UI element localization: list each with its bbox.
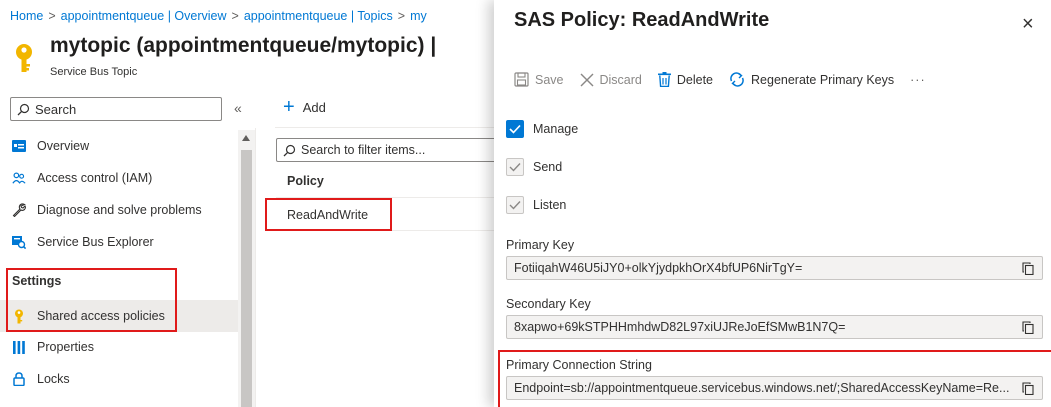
breadcrumb-separator: > xyxy=(231,9,239,23)
copy-icon[interactable] xyxy=(1022,321,1034,334)
trash-icon xyxy=(657,72,671,87)
checkmark-icon xyxy=(509,124,521,134)
plus-icon: + xyxy=(283,96,295,118)
add-button[interactable]: + Add xyxy=(283,96,326,118)
manage-label: Manage xyxy=(533,122,579,136)
sidebar-item-overview[interactable]: Overview xyxy=(0,130,238,162)
more-icon: ··· xyxy=(910,72,926,87)
highlight-box xyxy=(498,350,1051,407)
checkmark-icon xyxy=(509,163,521,172)
filter-placeholder: Search to filter items... xyxy=(301,143,426,157)
wrench-icon xyxy=(12,203,26,217)
copy-icon[interactable] xyxy=(1022,262,1034,275)
breadcrumb-separator: > xyxy=(397,9,406,23)
breadcrumb-separator: > xyxy=(48,9,56,23)
highlight-box xyxy=(265,198,392,231)
delete-button[interactable]: Delete xyxy=(657,72,714,87)
page-title: mytopic (appointmentqueue/mytopic) | xyxy=(50,34,437,57)
sidebar-search-input[interactable]: Search xyxy=(10,97,222,121)
primary-key-field[interactable]: FotiiqahW46U5iJY0+olkYjydpkhOrX4bfUP6Nir… xyxy=(506,256,1043,280)
page-subtitle: Service Bus Topic xyxy=(50,66,138,78)
highlight-box xyxy=(6,268,177,332)
divider xyxy=(255,128,256,407)
save-icon xyxy=(514,72,529,87)
breadcrumb-topics[interactable]: appointmentqueue | Topics xyxy=(244,9,393,23)
breadcrumb: Home > appointmentqueue | Overview > appoint… xyxy=(10,9,427,23)
explorer-icon xyxy=(12,235,26,249)
collapse-sidebar-button[interactable]: « xyxy=(234,100,242,116)
properties-icon xyxy=(12,340,26,354)
close-icon xyxy=(580,73,593,86)
more-button[interactable]: ··· xyxy=(910,73,926,87)
divider xyxy=(275,127,495,128)
sas-policy-panel: SAS Policy: ReadAndWrite × Save Discard … xyxy=(494,0,1051,407)
secondary-key-label: Secondary Key xyxy=(506,297,591,311)
search-icon xyxy=(283,144,296,156)
checkmark-icon xyxy=(509,201,521,210)
panel-title: SAS Policy: ReadAndWrite xyxy=(514,9,770,31)
scroll-up-arrow-icon[interactable] xyxy=(242,135,250,141)
save-label: Save xyxy=(535,72,564,87)
sidebar-search-placeholder: Search xyxy=(35,101,77,117)
primary-key-label: Primary Key xyxy=(506,238,575,252)
sidebar-item-service-bus-explorer[interactable]: Service Bus Explorer xyxy=(0,226,238,258)
secondary-key-value: 8xapwo+69kSTPHHmhdwD82L97xiUJReJoEfSMwB1… xyxy=(514,320,846,334)
sidebar-item-diagnose[interactable]: Diagnose and solve problems xyxy=(0,194,238,226)
panel-toolbar: Save Discard Delete Regenerate Primary K… xyxy=(514,72,926,87)
overview-icon xyxy=(12,139,26,153)
refresh-icon xyxy=(730,72,744,87)
sidebar-item-label: Service Bus Explorer xyxy=(37,235,154,249)
key-icon xyxy=(13,43,35,76)
search-icon xyxy=(17,103,30,115)
sidebar-item-properties[interactable]: Properties xyxy=(0,331,238,363)
lock-icon xyxy=(12,372,26,386)
people-icon xyxy=(12,171,26,185)
breadcrumb-mytopic[interactable]: my xyxy=(410,9,427,23)
breadcrumb-home[interactable]: Home xyxy=(10,9,43,23)
listen-checkbox[interactable] xyxy=(506,196,524,214)
sidebar-scrollbar[interactable] xyxy=(238,130,255,407)
primary-key-value: FotiiqahW46U5iJY0+olkYjydpkhOrX4bfUP6Nir… xyxy=(514,261,803,275)
delete-label: Delete xyxy=(676,72,714,87)
sidebar-item-label: Locks xyxy=(37,372,70,386)
scrollbar-thumb[interactable] xyxy=(241,150,252,407)
sidebar-item-label: Diagnose and solve problems xyxy=(37,203,202,217)
regenerate-primary-keys-button[interactable]: Regenerate Primary Keys xyxy=(729,72,894,87)
regenerate-label: Regenerate Primary Keys xyxy=(751,72,895,87)
send-label: Send xyxy=(533,160,563,174)
discard-label: Discard xyxy=(599,72,642,87)
close-button[interactable]: × xyxy=(1022,14,1034,34)
sidebar-item-label: Properties xyxy=(37,340,94,354)
breadcrumb-overview[interactable]: appointmentqueue | Overview xyxy=(61,9,227,23)
add-label: Add xyxy=(302,99,326,115)
secondary-key-field[interactable]: 8xapwo+69kSTPHHmhdwD82L97xiUJReJoEfSMwB1… xyxy=(506,315,1043,339)
manage-checkbox[interactable] xyxy=(506,120,524,138)
save-button[interactable]: Save xyxy=(514,72,564,87)
sidebar-item-label: Access control (IAM) xyxy=(37,171,153,185)
filter-input[interactable]: Search to filter items... xyxy=(276,138,496,162)
sidebar-item-access-control[interactable]: Access control (IAM) xyxy=(0,162,238,194)
column-header-policy[interactable]: Policy xyxy=(287,174,324,188)
discard-button[interactable]: Discard xyxy=(580,73,642,87)
send-checkbox[interactable] xyxy=(506,158,524,176)
sidebar-item-label: Overview xyxy=(37,139,90,153)
sidebar-item-locks[interactable]: Locks xyxy=(0,363,238,395)
listen-label: Listen xyxy=(533,198,567,212)
